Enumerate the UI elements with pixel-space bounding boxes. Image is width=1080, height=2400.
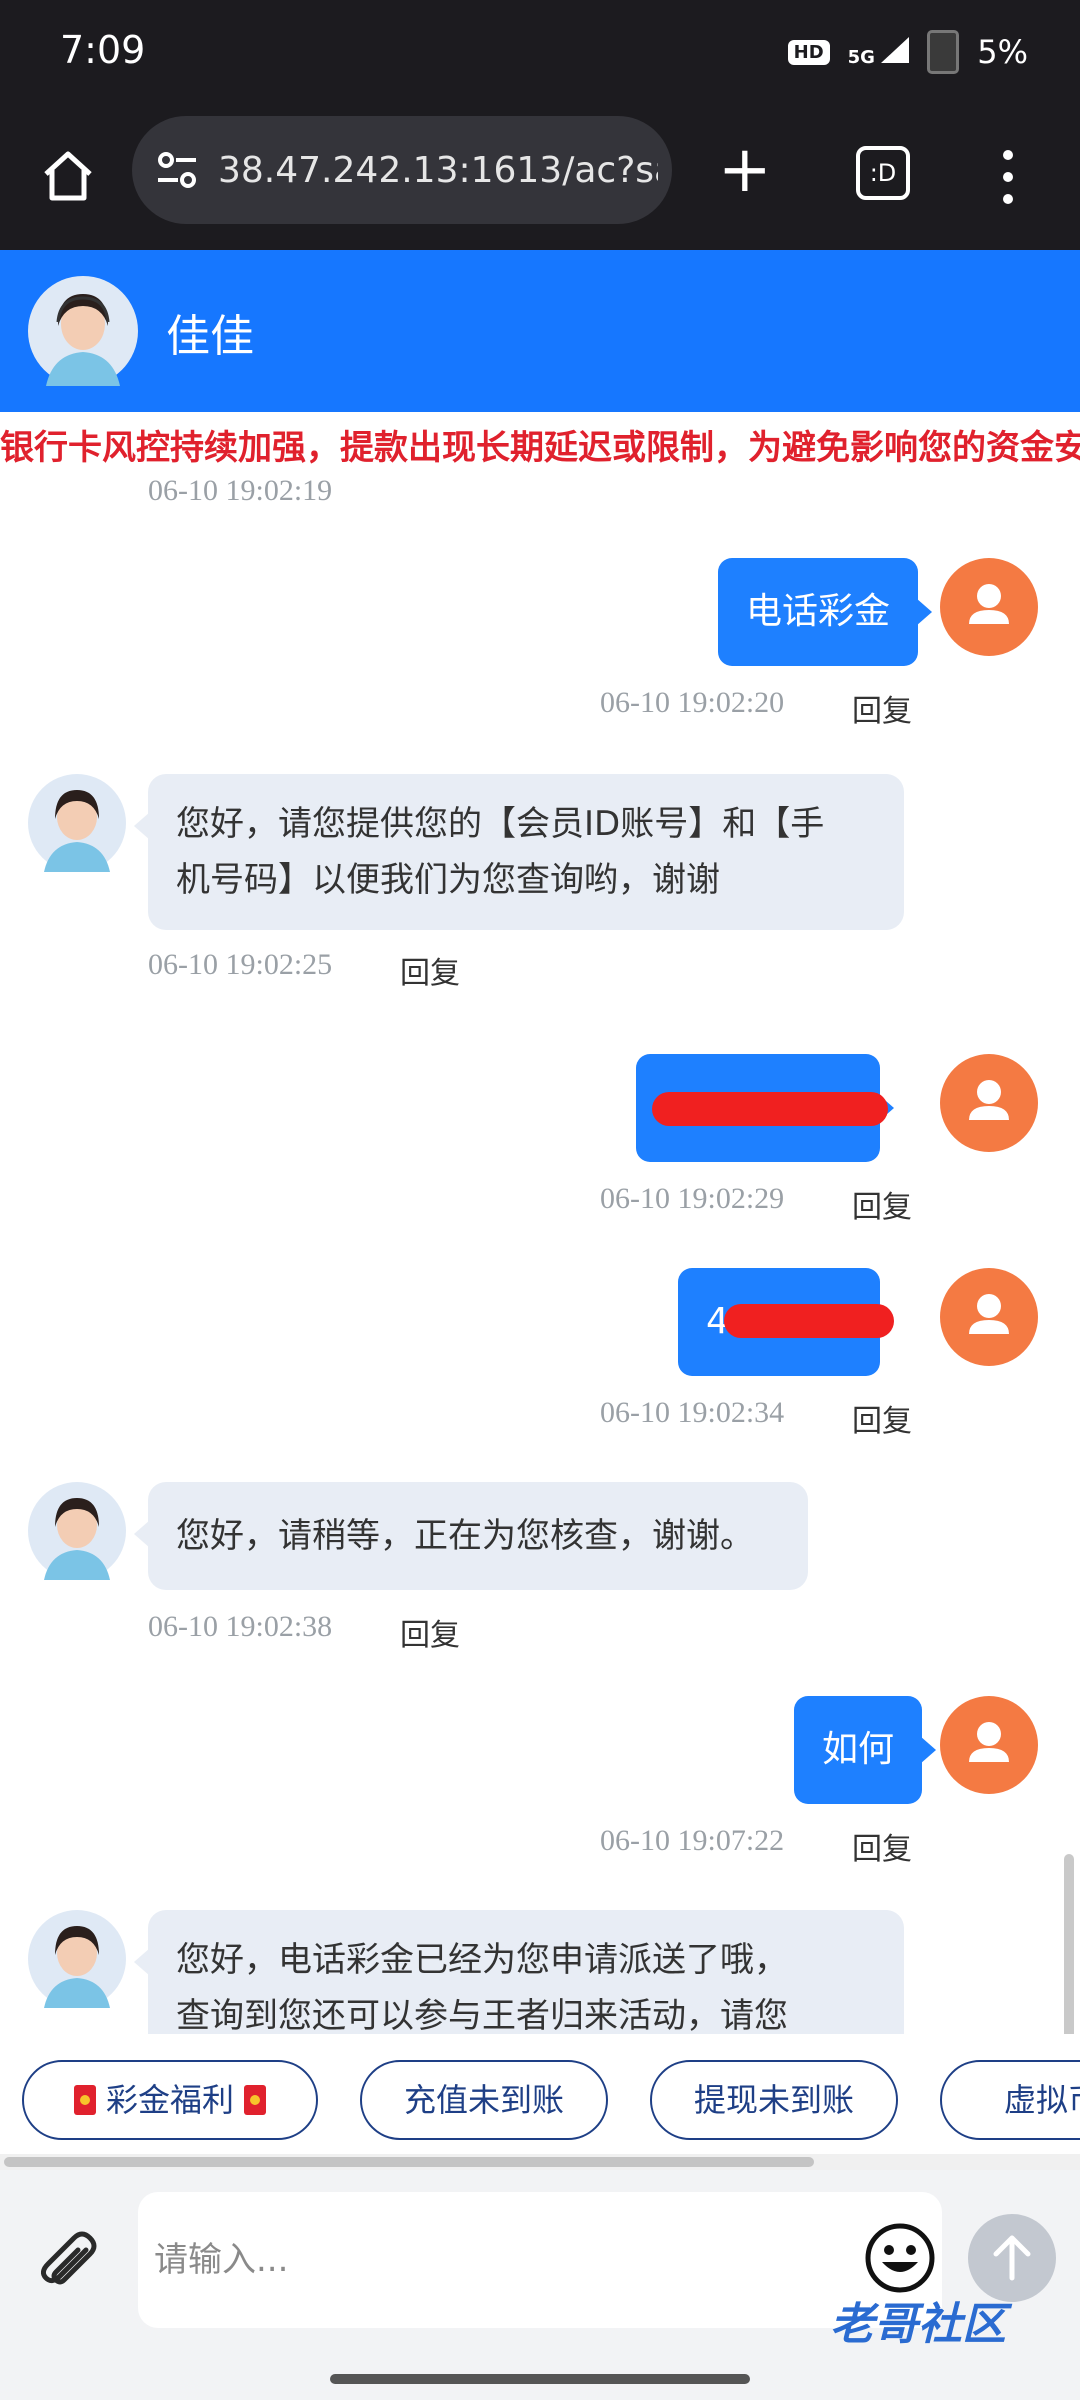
chat-scrollbar[interactable]: [1064, 1854, 1074, 2034]
reply-link[interactable]: 回复: [852, 1824, 912, 1868]
site-settings-icon[interactable]: [152, 145, 202, 195]
chip-label: 充值未到账: [403, 2081, 564, 2119]
status-time: 7:09: [60, 28, 146, 72]
status-icons: HD 5G 5%: [787, 30, 1028, 74]
message-text: 如何: [822, 1729, 895, 1770]
agent-avatar: [28, 1910, 126, 2008]
status-bar: 7:09 HD 5G 5%: [0, 0, 1080, 110]
red-envelope-icon: [73, 2085, 96, 2115]
chip-label: 虚拟币: [1003, 2081, 1080, 2119]
user-avatar-icon: [940, 1054, 1038, 1152]
message-text: 您好，请稍等，正在为您核查，谢谢。: [176, 1516, 754, 1556]
quick-reply-deposit[interactable]: 充值未到账: [360, 2060, 608, 2140]
message-bubble: 如何: [794, 1696, 937, 1804]
agent-avatar: [28, 774, 126, 872]
message-text: 电话彩金: [746, 591, 891, 632]
redaction-mark: [724, 1304, 894, 1338]
url-text[interactable]: 38.47.242.13:1613/ac?sa=a: [218, 150, 658, 191]
agent-avatar: [28, 1482, 126, 1580]
message-timestamp: 06-10 19:07:22: [600, 1824, 785, 1857]
paperclip-icon[interactable]: [34, 2228, 106, 2300]
input-bar: [0, 2170, 1080, 2400]
message-timestamp: 06-10 19:02:34: [600, 1396, 785, 1429]
plus-icon[interactable]: +: [718, 138, 772, 202]
notice-text: 银行卡风控持续加强，提款出现长期延迟或限制，为避免影响您的资金安全: [0, 428, 1080, 468]
quick-reply-withdraw[interactable]: 提现未到账: [650, 2060, 898, 2140]
emoji-icon[interactable]: [862, 2220, 938, 2296]
chip-label: 提现未到账: [693, 2081, 854, 2119]
user-avatar-icon: [940, 1696, 1038, 1794]
reply-link[interactable]: 回复: [852, 686, 912, 730]
watermark-logo: 老哥社区: [830, 2300, 1006, 2349]
user-avatar-icon: [940, 1268, 1038, 1366]
chat-messages[interactable]: 06-10 19:02:19 电话彩金 06-10 19:02:20 回复 您好…: [0, 474, 1080, 2034]
quick-replies-scrollbar[interactable]: [0, 2154, 1080, 2170]
address-bar[interactable]: 38.47.242.13:1613/ac?sa=a: [132, 116, 672, 224]
message-text-line: 您好，电话彩金已经为您申请派送了哦，: [176, 1940, 788, 1980]
quick-replies: 彩金福利 充值未到账 提现未到账 虚拟币: [0, 2034, 1080, 2154]
redaction-mark: [652, 1092, 888, 1126]
message-timestamp: 06-10 19:02:38: [148, 1610, 333, 1643]
agent-name: 佳佳: [166, 311, 254, 362]
hd-badge: HD: [787, 39, 830, 65]
user-avatar-icon: [940, 558, 1038, 656]
tabs-icon[interactable]: :D: [856, 146, 910, 200]
reply-link[interactable]: 回复: [852, 1396, 912, 1440]
message-timestamp: 06-10 19:02:25: [148, 948, 333, 981]
gesture-bar[interactable]: [330, 2374, 750, 2384]
battery-icon: [927, 30, 960, 74]
message-text-line: 机号码】以便我们为您查询哟，谢谢: [176, 860, 720, 900]
message-timestamp: 06-10 19:02:29: [600, 1182, 785, 1215]
reply-link[interactable]: 回复: [400, 1610, 460, 1654]
more-vert-icon[interactable]: [1000, 146, 1016, 210]
reply-link[interactable]: 回复: [852, 1182, 912, 1226]
message-text-line: 您好，请您提供您的【会员ID账号】和【手: [176, 804, 825, 844]
message-bubble: 您好，电话彩金已经为您申请派送了哦， 查询到您还可以参与王者归来活动，请您: [134, 1910, 904, 2034]
message-timestamp: 06-10 19:02:19: [148, 474, 333, 507]
red-envelope-icon: [244, 2085, 267, 2115]
chat-header: 佳佳: [0, 250, 1080, 412]
reply-link[interactable]: 回复: [400, 948, 460, 992]
network-label: 5G: [847, 46, 875, 68]
notice-marquee: 银行卡风控持续加强，提款出现长期延迟或限制，为避免影响您的资金安全: [0, 412, 1080, 474]
tab-count: :D: [869, 159, 897, 187]
message-bubble: 您好，请稍等，正在为您核查，谢谢。: [134, 1482, 808, 1590]
home-icon[interactable]: [38, 146, 98, 206]
message-timestamp: 06-10 19:02:20: [600, 686, 785, 719]
agent-avatar: [28, 276, 138, 386]
browser-toolbar: 38.47.242.13:1613/ac?sa=a + :D: [0, 110, 1080, 250]
message-bubble: 电话彩金: [718, 558, 933, 666]
quick-reply-crypto[interactable]: 虚拟币: [940, 2060, 1080, 2140]
battery-level: 5%: [977, 33, 1028, 71]
message-input[interactable]: [138, 2192, 942, 2328]
signal-icon: 5G: [847, 36, 910, 68]
chip-label: 彩金福利: [105, 2081, 234, 2119]
quick-reply-bonus[interactable]: 彩金福利: [22, 2060, 318, 2140]
message-bubble: 您好，请您提供您的【会员ID账号】和【手 机号码】以便我们为您查询哟，谢谢: [134, 774, 904, 930]
message-text-line: 查询到您还可以参与王者归来活动，请您: [176, 1996, 788, 2034]
